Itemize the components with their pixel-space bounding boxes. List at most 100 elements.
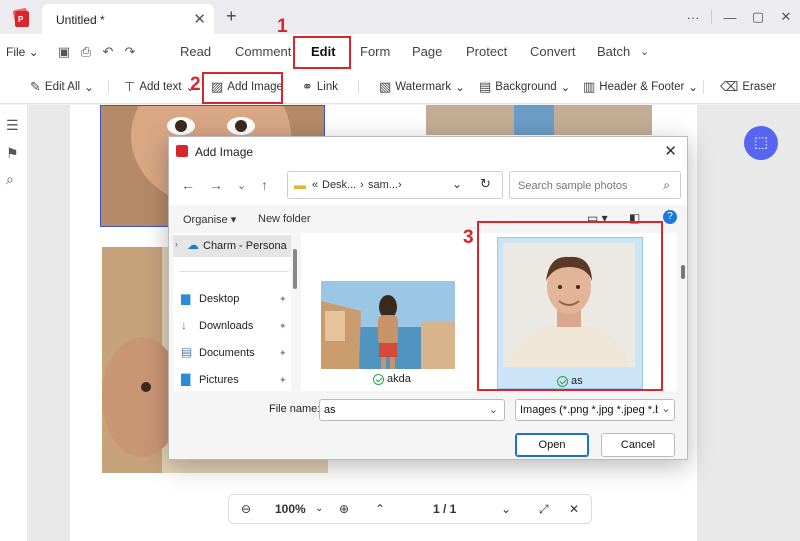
- previous-page-icon[interactable]: ⌃: [375, 502, 385, 516]
- fit-page-icon[interactable]: ⤢: [539, 502, 549, 517]
- pin-icon: ✦: [279, 348, 287, 358]
- zoom-dropdown-icon[interactable]: ⌄: [315, 503, 323, 514]
- ai-assistant-icon[interactable]: ⬚: [744, 126, 778, 160]
- forward-arrow-icon[interactable]: →: [209, 177, 223, 193]
- address-bar[interactable]: ▬ « Desk... › sam... › ⌄ ↻: [287, 171, 503, 199]
- watermark-button[interactable]: ▧ Watermark ⌄: [379, 79, 465, 95]
- background-button[interactable]: ▤ Background ⌄: [479, 79, 570, 95]
- refresh-icon[interactable]: ↻: [480, 176, 491, 192]
- path-overflow: «: [312, 179, 319, 191]
- app-logo-icon: P: [12, 8, 30, 27]
- menu-batch[interactable]: Batch: [597, 44, 630, 59]
- edit-all-button[interactable]: ✎ Edit All ⌄: [30, 79, 94, 95]
- menu-form[interactable]: Form: [360, 44, 390, 59]
- next-page-icon[interactable]: ⌄: [501, 502, 511, 516]
- organise-menu[interactable]: Organise ▾: [183, 213, 236, 226]
- nav-item-onedrive[interactable]: Charm - Persona: [203, 240, 287, 252]
- chevron-down-icon[interactable]: ⌄: [658, 400, 674, 420]
- bookmark-icon[interactable]: ⚑: [6, 145, 19, 162]
- app-logo-icon: [176, 145, 188, 157]
- path-segment-desktop[interactable]: Desk...: [322, 179, 356, 191]
- address-dropdown-icon[interactable]: ⌄: [452, 177, 462, 191]
- file-label-akda[interactable]: akda: [373, 373, 411, 385]
- annotation-box-edit: [293, 36, 351, 69]
- open-button[interactable]: Open: [515, 433, 589, 457]
- nav-item-downloads[interactable]: Downloads: [199, 320, 253, 332]
- dialog-title-bar: Add Image ✕: [169, 137, 687, 167]
- dialog-navigation-row: ← → ⌄ ↑ ▬ « Desk... › sam... › ⌄ ↻ Searc…: [169, 167, 687, 205]
- file-menu[interactable]: File ⌄: [6, 45, 39, 59]
- chevron-down-icon: ⌄: [688, 82, 698, 94]
- child-photo-top-right[interactable]: [426, 105, 652, 135]
- link-label: Link: [316, 81, 339, 93]
- file-menu-label: File: [6, 45, 26, 59]
- close-zoom-bar-icon[interactable]: ✕: [569, 502, 579, 516]
- back-arrow-icon[interactable]: ←: [181, 177, 195, 193]
- file-pane-scrollbar[interactable]: [681, 265, 685, 279]
- file-type-select[interactable]: Images (*.png *.jpg *.jpeg *.bmp) ⌄: [515, 399, 675, 421]
- redo-icon[interactable]: ↷: [122, 44, 138, 60]
- divider: [108, 80, 109, 94]
- print-icon[interactable]: ⎙: [78, 44, 94, 60]
- undo-icon[interactable]: ↶: [100, 44, 116, 60]
- annotation-number-1: 1: [277, 16, 288, 37]
- more-options-icon[interactable]: ···: [679, 10, 707, 25]
- recent-locations-icon[interactable]: ⌄: [237, 179, 246, 192]
- file-name-field[interactable]: as ⌄: [319, 399, 505, 421]
- document-tab[interactable]: Untitled * ✕: [42, 4, 214, 34]
- zoom-level[interactable]: 100%: [275, 502, 306, 516]
- menu-convert[interactable]: Convert: [530, 44, 576, 59]
- divider: [703, 80, 704, 94]
- up-folder-icon[interactable]: ↑: [261, 177, 268, 193]
- header-footer-button[interactable]: ▥ Header & Footer ⌄: [583, 79, 698, 95]
- menu-more-chevron-icon[interactable]: ⌄: [640, 45, 649, 58]
- chevron-down-icon: ⌄: [455, 82, 465, 94]
- menu-comment[interactable]: Comment: [235, 44, 291, 59]
- page-indicator[interactable]: 1 / 1: [433, 502, 456, 516]
- nav-item-pictures[interactable]: Pictures: [199, 374, 239, 386]
- new-folder-button[interactable]: New folder: [258, 213, 311, 225]
- add-text-button[interactable]: ⊤ Add text ⌄: [124, 79, 195, 95]
- add-text-label: Add text: [139, 81, 182, 93]
- cloud-icon: ☁: [187, 238, 199, 252]
- link-button[interactable]: ⚭ Link: [302, 79, 338, 95]
- search-input[interactable]: Search sample photos ⌕: [509, 171, 681, 199]
- thumbnails-icon[interactable]: ☰: [6, 117, 19, 134]
- menu-protect[interactable]: Protect: [466, 44, 507, 59]
- header-footer-icon: ▥: [583, 79, 596, 94]
- header-footer-label: Header & Footer: [599, 81, 685, 93]
- nav-item-desktop[interactable]: Desktop: [199, 293, 239, 305]
- background-icon: ▤: [479, 79, 492, 94]
- close-tab-icon[interactable]: ✕: [193, 10, 206, 28]
- chevron-down-icon[interactable]: ⌄: [489, 403, 498, 416]
- left-sidebar: ☰ ⚑ ⌕: [0, 105, 28, 541]
- file-type-value: Images (*.png *.jpg *.jpeg *.bmp): [520, 404, 675, 416]
- pin-icon: ✦: [279, 294, 287, 304]
- zoom-in-icon[interactable]: ⊕: [339, 502, 349, 516]
- pictures-folder-icon: ▇: [181, 372, 191, 386]
- file-name-akda: akda: [387, 373, 411, 385]
- help-icon[interactable]: ?: [663, 210, 677, 224]
- folder-icon: ▬: [294, 178, 306, 192]
- nav-item-documents[interactable]: Documents: [199, 347, 255, 359]
- maximize-icon[interactable]: ▢: [744, 9, 772, 25]
- new-tab-plus-icon[interactable]: +: [226, 6, 237, 27]
- window-close-icon[interactable]: ✕: [772, 9, 800, 25]
- annotation-box-add-image: [202, 72, 283, 104]
- search-icon[interactable]: ⌕: [6, 171, 14, 188]
- tab-title: Untitled *: [56, 13, 105, 27]
- file-thumbnail-akda[interactable]: [321, 281, 455, 369]
- navigation-pane-scrollbar[interactable]: [293, 249, 297, 289]
- save-icon[interactable]: ▣: [56, 44, 72, 60]
- pin-icon: ✦: [279, 375, 287, 385]
- expand-chevron-icon[interactable]: ›: [175, 239, 178, 249]
- zoom-out-icon[interactable]: ⊖: [241, 502, 251, 516]
- dialog-close-icon[interactable]: ✕: [664, 142, 677, 160]
- eraser-button[interactable]: ⌫ Eraser: [720, 79, 776, 95]
- path-segment-samples[interactable]: sam...: [368, 179, 398, 191]
- menu-page[interactable]: Page: [412, 44, 442, 59]
- menu-read[interactable]: Read: [180, 44, 211, 59]
- cancel-button[interactable]: Cancel: [601, 433, 675, 457]
- path-separator: ›: [360, 179, 364, 191]
- minimize-icon[interactable]: —: [716, 10, 744, 25]
